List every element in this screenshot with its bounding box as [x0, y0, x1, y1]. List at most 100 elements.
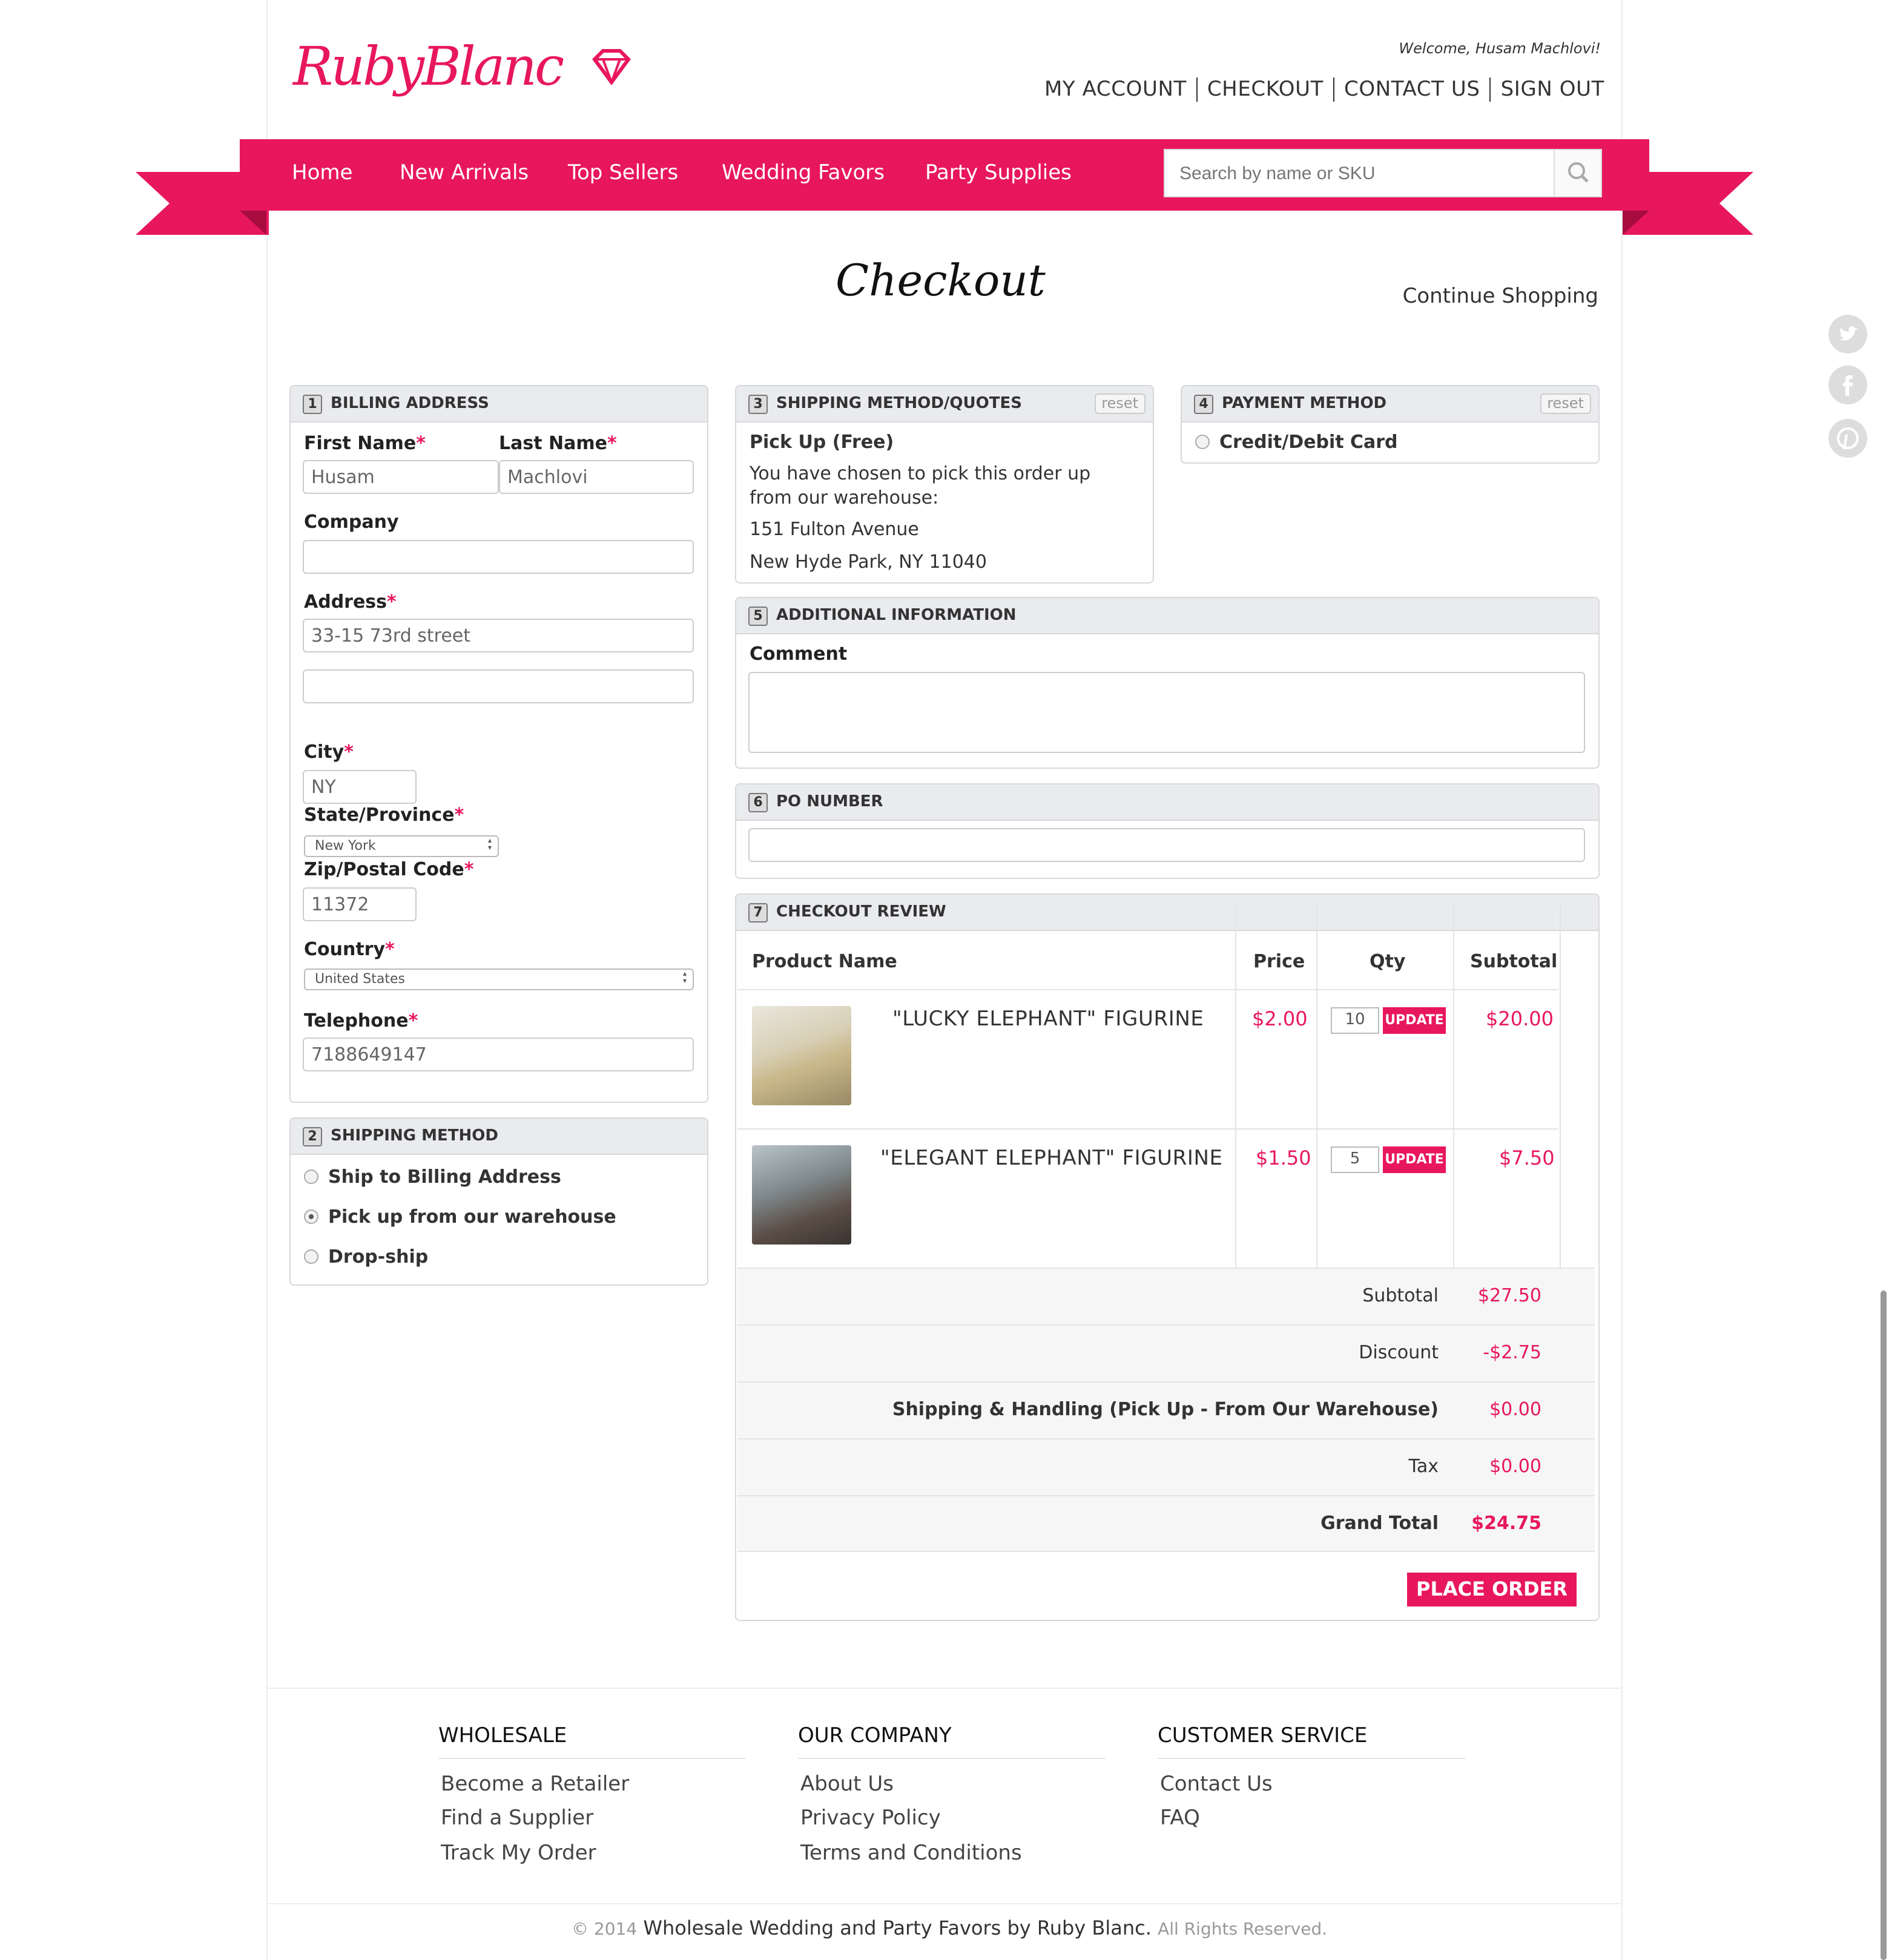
update-button[interactable]: UPDATE — [1383, 1007, 1446, 1034]
totals-value: $27.50 — [1478, 1284, 1541, 1306]
totals-value: $0.00 — [1489, 1398, 1541, 1420]
step-number: 5 — [748, 606, 768, 625]
step-number: 6 — [748, 792, 768, 812]
copyright-link[interactable]: Wholesale Wedding and Party Favors by Ru… — [643, 1916, 1152, 1939]
last-name-label: Last Name* — [499, 432, 617, 454]
billing-header: 1 BILLING ADDRESS — [291, 386, 707, 423]
search-icon — [1568, 162, 1589, 183]
copyright: © 2014 Wholesale Wedding and Party Favor… — [572, 1916, 1328, 1939]
product-price: $1.50 — [1256, 1146, 1311, 1169]
step-number: 1 — [303, 394, 322, 413]
footer-link-contact-us[interactable]: Contact Us — [1160, 1772, 1273, 1797]
search-button[interactable] — [1554, 150, 1601, 196]
zip-field[interactable]: 11372 — [303, 887, 417, 921]
shipping-quotes-title: SHIPPING METHOD/QUOTES — [776, 395, 1022, 413]
step-number: 2 — [303, 1126, 322, 1146]
nav-wedding-favors[interactable]: Wedding Favors — [722, 161, 885, 185]
facebook-button[interactable] — [1828, 366, 1867, 404]
footer-link-faq[interactable]: FAQ — [1160, 1806, 1200, 1830]
pickup-warehouse-label: Pick up from our warehouse — [328, 1206, 616, 1228]
col-divider — [1316, 904, 1317, 1268]
country-select[interactable]: United States — [304, 968, 694, 990]
credit-card-label: Credit/Debit Card — [1219, 431, 1398, 453]
pinterest-button[interactable] — [1828, 419, 1867, 458]
company-field[interactable] — [303, 540, 694, 574]
footer-link-about-us[interactable]: About Us — [800, 1772, 894, 1797]
comment-textarea[interactable] — [748, 672, 1585, 753]
header-divider — [737, 989, 1558, 990]
totals-row-discount: Discount -$2.75 — [737, 1324, 1595, 1381]
footer-link-privacy-policy[interactable]: Privacy Policy — [800, 1806, 941, 1830]
col-divider — [1235, 904, 1236, 1268]
step-number: 7 — [748, 903, 768, 922]
quotes-reset-button[interactable]: reset — [1094, 393, 1146, 414]
totals-value: $0.00 — [1489, 1455, 1541, 1477]
footer-link-find-supplier[interactable]: Find a Supplier — [441, 1806, 593, 1830]
qty-input[interactable]: 5 — [1331, 1146, 1379, 1173]
pickup-warehouse-radio[interactable] — [304, 1209, 318, 1224]
row-divider — [737, 1128, 1558, 1130]
update-button[interactable]: UPDATE — [1383, 1146, 1446, 1173]
city-field[interactable]: NY — [303, 770, 417, 804]
product-image[interactable] — [752, 1006, 851, 1105]
po-number-field[interactable] — [748, 828, 1585, 862]
checkout-link[interactable]: CHECKOUT — [1198, 77, 1335, 102]
last-name-field[interactable]: Machlovi — [499, 460, 694, 494]
additional-info-header: 5 ADDITIONAL INFORMATION — [736, 598, 1598, 634]
footer-link-become-retailer[interactable]: Become a Retailer — [441, 1772, 629, 1797]
col-divider — [1560, 904, 1561, 1268]
nav-home[interactable]: Home — [292, 161, 352, 185]
footer-link-terms[interactable]: Terms and Conditions — [800, 1841, 1022, 1866]
diamond-icon — [592, 49, 631, 85]
address-line2-field[interactable] — [303, 669, 694, 703]
twitter-button[interactable] — [1828, 315, 1867, 354]
logo[interactable]: RubyBlanc — [293, 36, 564, 98]
billing-title: BILLING ADDRESS — [331, 395, 489, 413]
footer-divider — [268, 1688, 1621, 1689]
footer-link-track-order[interactable]: Track My Order — [441, 1841, 596, 1866]
address-label: Address* — [304, 591, 397, 613]
ship-to-billing-label: Ship to Billing Address — [328, 1166, 561, 1188]
telephone-field[interactable]: 7188649147 — [303, 1038, 694, 1071]
state-select[interactable]: New York — [304, 835, 499, 857]
totals-label: Tax — [1408, 1455, 1439, 1477]
po-number-header: 6 PO NUMBER — [736, 784, 1598, 821]
product-name[interactable]: "ELEGANT ELEPHANT" FIGURINE — [880, 1146, 1223, 1171]
checkout-review-title: CHECKOUT REVIEW — [776, 903, 946, 921]
qty-input[interactable]: 10 — [1331, 1007, 1379, 1034]
drop-ship-radio[interactable] — [304, 1249, 318, 1264]
city-label: City* — [304, 741, 354, 763]
footer-service-title: CUSTOMER SERVICE — [1158, 1724, 1465, 1759]
totals-row-tax: Tax $0.00 — [737, 1438, 1595, 1495]
address-line1-field[interactable]: 33-15 73rd street — [303, 619, 694, 653]
search-input[interactable] — [1165, 150, 1555, 196]
telephone-label: Telephone* — [304, 1010, 418, 1031]
totals-label: Subtotal — [1362, 1284, 1439, 1306]
totals-label: Discount — [1359, 1341, 1439, 1363]
nav-new-arrivals[interactable]: New Arrivals — [400, 161, 529, 185]
pickup-description: You have chosen to pick this order up fr… — [750, 462, 1091, 508]
payment-reset-button[interactable]: reset — [1540, 393, 1591, 414]
nav-top-sellers[interactable]: Top Sellers — [568, 161, 678, 185]
pinterest-icon — [1837, 427, 1859, 450]
ship-to-billing-radio[interactable] — [304, 1169, 318, 1184]
contact-us-link[interactable]: CONTACT US — [1334, 77, 1491, 102]
twitter-icon — [1839, 326, 1858, 341]
nav-party-supplies[interactable]: Party Supplies — [925, 161, 1072, 185]
drop-ship-label: Drop-ship — [328, 1246, 429, 1268]
totals-row-subtotal: Subtotal $27.50 — [737, 1268, 1595, 1324]
first-name-label: First Name* — [304, 432, 426, 454]
footer-company-title: OUR COMPANY — [798, 1724, 1106, 1759]
scrollbar-thumb[interactable] — [1881, 1291, 1887, 1960]
col-price: Price — [1253, 950, 1305, 972]
continue-shopping-link[interactable]: Continue Shopping — [1403, 284, 1598, 309]
place-order-button[interactable]: PLACE ORDER — [1407, 1573, 1577, 1606]
product-name[interactable]: "LUCKY ELEPHANT" FIGURINE — [892, 1007, 1204, 1031]
first-name-field[interactable]: Husam — [303, 460, 499, 494]
po-number-title: PO NUMBER — [776, 793, 883, 811]
totals-row-shipping: Shipping & Handling (Pick Up - From Our … — [737, 1381, 1595, 1438]
product-image[interactable] — [752, 1145, 851, 1245]
my-account-link[interactable]: MY ACCOUNT — [1035, 77, 1198, 102]
sign-out-link[interactable]: SIGN OUT — [1491, 77, 1604, 102]
credit-card-radio[interactable] — [1195, 435, 1210, 449]
